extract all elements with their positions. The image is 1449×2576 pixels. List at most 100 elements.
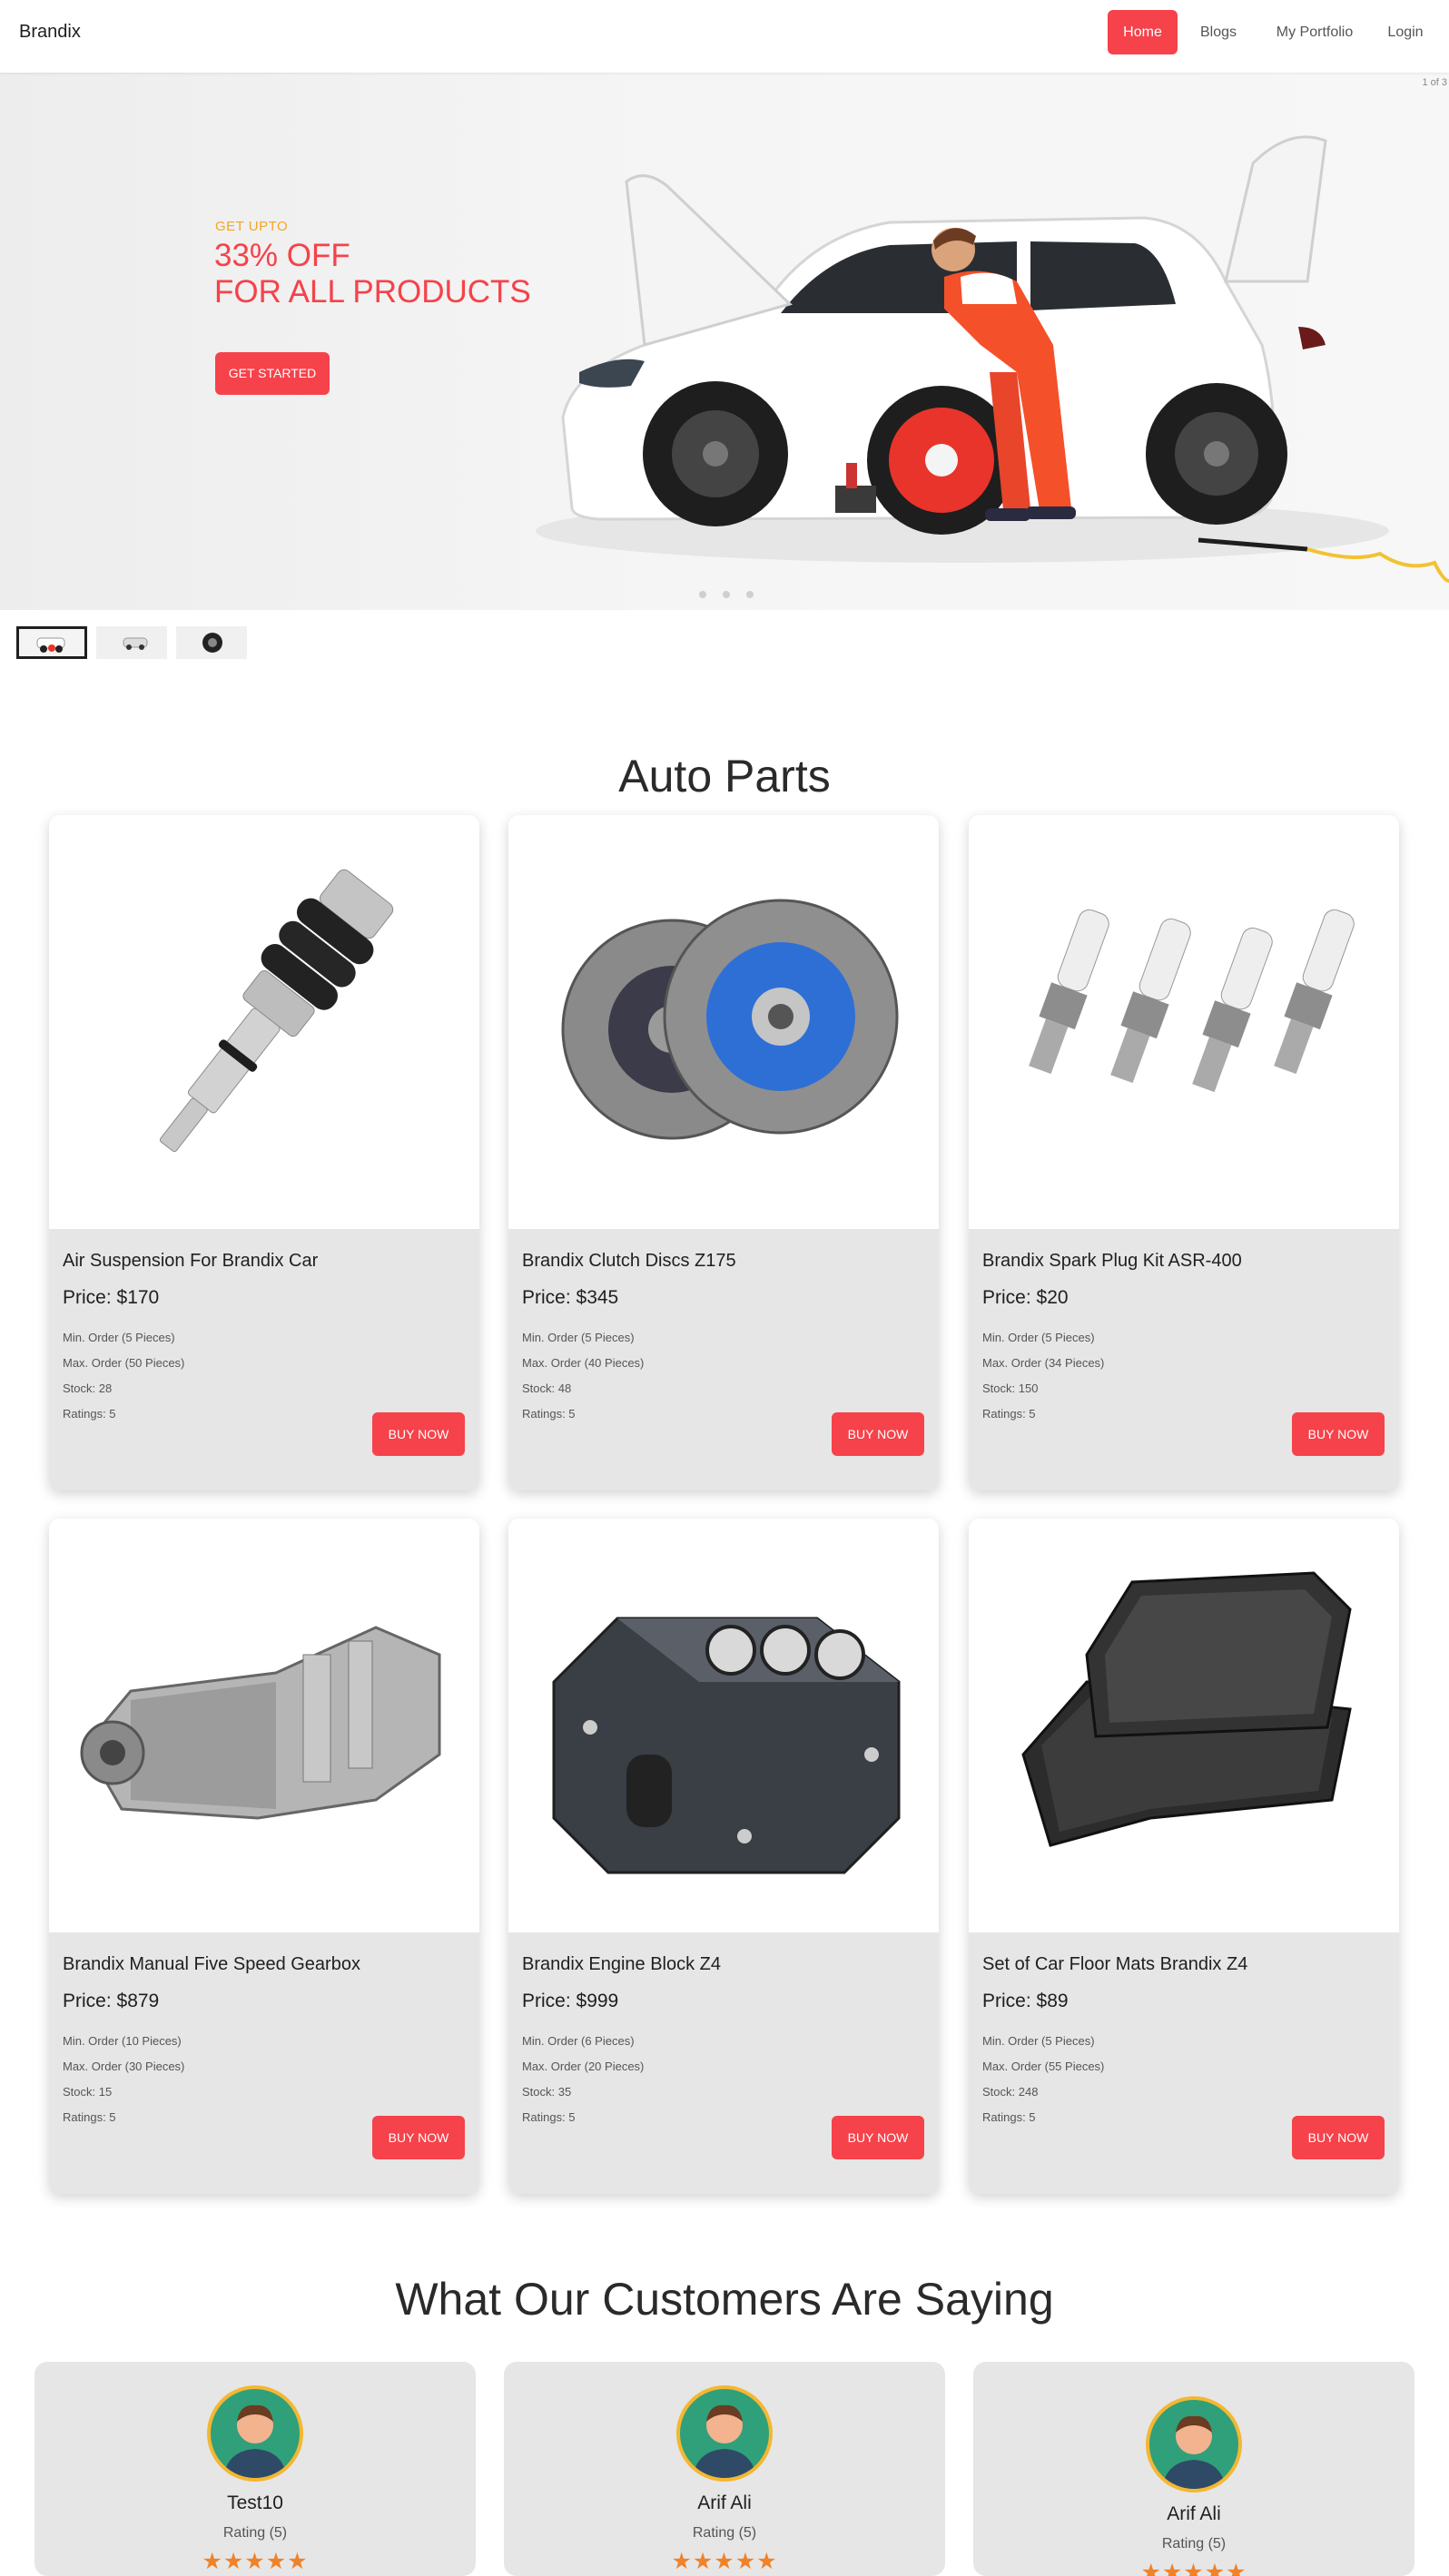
product-info: Brandix Spark Plug Kit ASR-400 Price: $2… [969, 1229, 1399, 1490]
product-image [508, 815, 939, 1229]
nav-home[interactable]: Home [1108, 10, 1178, 54]
product-max-order: Max. Order (40 Pieces) [522, 1356, 645, 1370]
rating-stars-icon: ★★★★★ [671, 2549, 778, 2574]
reviewer-name: Arif Ali [697, 2492, 752, 2513]
carousel-dot-3[interactable] [746, 591, 754, 598]
product-price: Price: $879 [63, 1991, 160, 2011]
buy-now-button[interactable]: BUY NOW [1292, 2116, 1385, 2159]
review-card: Arif Ali Rating (5) ★★★★★ [973, 2362, 1414, 2576]
product-price: Price: $345 [522, 1287, 619, 1308]
buy-now-button[interactable]: BUY NOW [372, 2116, 465, 2159]
product-stock: Stock: 248 [982, 2085, 1039, 2099]
user-avatar-icon [223, 2404, 287, 2478]
hero-title-line-2: FOR ALL PRODUCTS [214, 274, 531, 310]
carousel-dot-1[interactable] [699, 591, 706, 598]
spark-plug-icon [1029, 909, 1355, 1093]
product-min-order: Min. Order (5 Pieces) [982, 1331, 1095, 1344]
reviewer-rating: Rating (5) [692, 2525, 757, 2541]
product-ratings: Ratings: 5 [522, 1407, 576, 1421]
nav-blogs[interactable]: Blogs [1191, 10, 1246, 54]
get-started-button[interactable]: GET STARTED [215, 352, 330, 395]
reviewer-rating: Rating (5) [1161, 2536, 1227, 2551]
floor-mats-icon [1021, 1571, 1352, 1847]
product-price: Price: $170 [63, 1287, 160, 1308]
product-info: Brandix Manual Five Speed Gearbox Price:… [49, 1932, 479, 2194]
product-card: Brandix Manual Five Speed Gearbox Price:… [49, 1519, 479, 2194]
product-info: Air Suspension For Brandix Car Price: $1… [49, 1229, 479, 1490]
buy-now-button[interactable]: BUY NOW [1292, 1412, 1385, 1456]
avatar [1146, 2396, 1242, 2492]
product-stock: Stock: 150 [982, 1381, 1039, 1395]
nav-login[interactable]: Login [1378, 10, 1433, 54]
reviewer-name: Test10 [227, 2492, 283, 2513]
product-card: Air Suspension For Brandix Car Price: $1… [49, 815, 479, 1490]
air-suspension-icon [159, 869, 394, 1153]
product-image [969, 815, 1399, 1229]
product-stock: Stock: 35 [522, 2085, 572, 2099]
reviewer-name: Arif Ali [1167, 2503, 1221, 2524]
navbar: Brandix Home Blogs My Portfolio Login [0, 0, 1449, 73]
buy-now-button[interactable]: BUY NOW [832, 1412, 924, 1456]
product-price: Price: $20 [982, 1287, 1069, 1308]
slide-counter: 1 of 3 [1422, 77, 1447, 88]
product-min-order: Min. Order (10 Pieces) [63, 2034, 182, 2048]
carousel-thumb-1[interactable] [16, 626, 87, 659]
product-max-order: Max. Order (55 Pieces) [982, 2060, 1105, 2073]
product-ratings: Ratings: 5 [63, 1407, 116, 1421]
hero-title-line-1: 33% OFF [214, 238, 350, 273]
product-image [49, 1519, 479, 1932]
product-max-order: Max. Order (30 Pieces) [63, 2060, 185, 2073]
product-ratings: Ratings: 5 [63, 2110, 116, 2124]
nav-my-portfolio[interactable]: My Portfolio [1266, 10, 1364, 54]
product-stock: Stock: 28 [63, 1381, 113, 1395]
hero-title: 33% OFF FOR ALL PRODUCTS [214, 238, 531, 310]
product-card: Brandix Clutch Discs Z175 Price: $345 Mi… [508, 815, 939, 1490]
product-name: Brandix Clutch Discs Z175 [522, 1251, 736, 1271]
section-title-auto-parts: Auto Parts [618, 751, 831, 801]
avatar [207, 2385, 303, 2482]
product-ratings: Ratings: 5 [982, 2110, 1036, 2124]
product-info: Set of Car Floor Mats Brandix Z4 Price: … [969, 1932, 1399, 2194]
gearbox-icon [80, 1626, 441, 1820]
product-min-order: Min. Order (5 Pieces) [522, 1331, 635, 1344]
carousel-thumb-2[interactable] [96, 626, 167, 659]
product-image [508, 1519, 939, 1932]
brand-logo[interactable]: Brandix [19, 22, 81, 43]
product-name: Brandix Manual Five Speed Gearbox [63, 1954, 360, 1974]
product-card: Brandix Engine Block Z4 Price: $999 Min.… [508, 1519, 939, 2194]
product-min-order: Min. Order (5 Pieces) [63, 1331, 175, 1344]
section-title-reviews: What Our Customers Are Saying [395, 2274, 1054, 2325]
hero-carousel[interactable]: 1 of 3 GET UPTO 33% OFF FOR ALL PRODUCTS… [0, 73, 1449, 610]
engine-block-icon [552, 1617, 901, 1874]
review-card: Test10 Rating (5) ★★★★★ [34, 2362, 476, 2576]
product-min-order: Min. Order (5 Pieces) [982, 2034, 1095, 2048]
rating-stars-icon: ★★★★★ [202, 2549, 309, 2574]
product-min-order: Min. Order (6 Pieces) [522, 2034, 635, 2048]
review-card: Arif Ali Rating (5) ★★★★★ [504, 2362, 945, 2576]
user-avatar-icon [693, 2404, 756, 2478]
product-name: Brandix Engine Block Z4 [522, 1954, 722, 1974]
hero-eyebrow: GET UPTO [215, 219, 289, 234]
product-name: Set of Car Floor Mats Brandix Z4 [982, 1954, 1248, 1974]
product-ratings: Ratings: 5 [982, 1407, 1036, 1421]
product-card: Brandix Spark Plug Kit ASR-400 Price: $2… [969, 815, 1399, 1490]
product-price: Price: $999 [522, 1991, 619, 2011]
user-avatar-icon [1162, 2415, 1226, 2489]
product-ratings: Ratings: 5 [522, 2110, 576, 2124]
reviewer-rating: Rating (5) [222, 2525, 288, 2541]
product-stock: Stock: 48 [522, 1381, 572, 1395]
tire-thumbnail-icon [202, 633, 222, 653]
product-stock: Stock: 15 [63, 2085, 113, 2099]
carousel-dots [699, 586, 770, 603]
car-thumbnail-icon [36, 637, 65, 653]
buy-now-button[interactable]: BUY NOW [372, 1412, 465, 1456]
carousel-dot-2[interactable] [723, 591, 730, 598]
clutch-disc-icon [561, 899, 899, 1140]
product-max-order: Max. Order (50 Pieces) [63, 1356, 185, 1370]
carousel-thumb-3[interactable] [176, 626, 247, 659]
product-info: Brandix Clutch Discs Z175 Price: $345 Mi… [508, 1229, 939, 1490]
rating-stars-icon: ★★★★★ [1140, 2560, 1247, 2576]
product-image [969, 1519, 1399, 1932]
car-thumbnail-icon [123, 637, 148, 650]
buy-now-button[interactable]: BUY NOW [832, 2116, 924, 2159]
